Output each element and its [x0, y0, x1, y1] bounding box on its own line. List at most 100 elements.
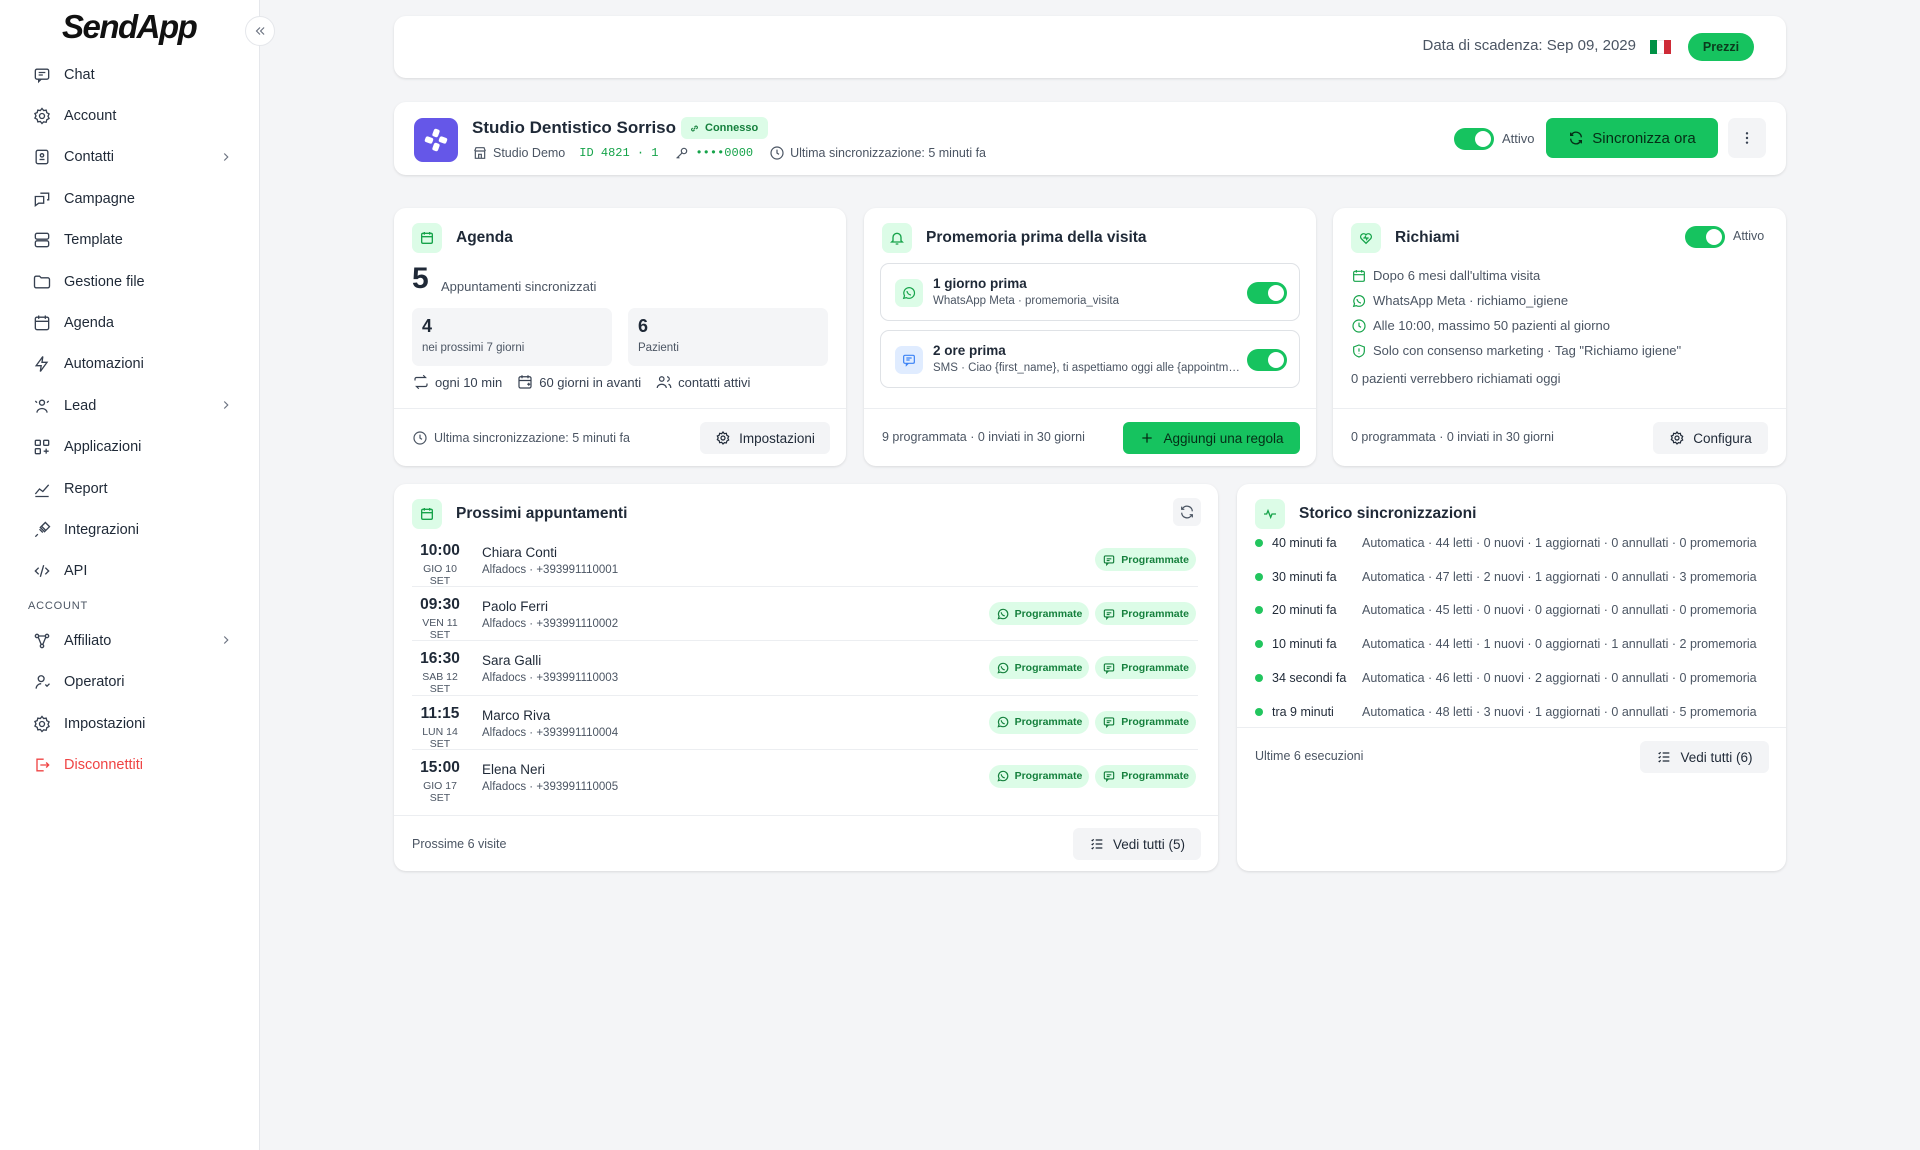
sidebar-item-gestione-file[interactable]: Gestione file — [0, 261, 259, 302]
impostazioni-label: Impostazioni — [739, 430, 815, 446]
sidebar-item-operatori[interactable]: Operatori — [0, 661, 259, 702]
reminders-footer: 9 programmata · 0 inviati in 30 giorni A… — [864, 408, 1316, 466]
refresh-button[interactable] — [1173, 498, 1201, 526]
bell-icon — [882, 223, 912, 253]
sync-history-header: Storico sincronizzazioni — [1255, 499, 1476, 529]
sidebar-item-label: Account — [64, 108, 117, 125]
table-row[interactable]: 11:15 LUN 14 SET Marco Riva Alfadocs · +… — [412, 696, 1198, 750]
appointments-list: 10:00 GIO 10 SET Chiara Conti Alfadocs ·… — [412, 533, 1198, 804]
patient-name: Chiara Conti — [482, 545, 558, 560]
status-badge: Connesso — [681, 117, 769, 139]
gear-icon — [715, 430, 731, 446]
status-dot — [1255, 572, 1263, 581]
status-badge: Programmate — [988, 764, 1090, 788]
active-toggle[interactable] — [1454, 128, 1494, 150]
list-item: WhatsApp Meta · richiamo_igiene — [1351, 288, 1681, 313]
app-logo[interactable]: SendApp — [62, 8, 198, 46]
more-vertical-icon — [1739, 130, 1755, 146]
sms-icon — [1102, 661, 1116, 675]
repeat-icon — [412, 373, 430, 391]
sidebar-item-lead[interactable]: Lead — [0, 385, 259, 426]
integration-logo — [414, 118, 458, 162]
view-all-appointments-button[interactable]: Vedi tutti (5) — [1073, 828, 1201, 860]
collapse-sidebar-button[interactable] — [245, 16, 275, 46]
recalls-note: 0 pazienti verrebbero richiamati oggi — [1351, 371, 1561, 386]
appointment-date: VEN 11 SET — [422, 617, 458, 642]
status-chips: Programmate Programmate — [988, 764, 1196, 788]
sidebar-item-agenda[interactable]: Agenda — [0, 302, 259, 343]
lead-icon — [32, 396, 52, 416]
integration-meta: Studio Demo ID 4821 · 1 ••••0000 Ultima … — [472, 144, 986, 162]
sync-summary: Automatica · 47 letti · 2 nuovi · 1 aggi… — [1362, 569, 1757, 584]
prezzi-button[interactable]: Prezzi — [1688, 33, 1754, 61]
sidebar-item-label: Campagne — [64, 190, 135, 207]
sync-history-footer: Ultime 6 esecuzioni Vedi tutti (6) — [1237, 727, 1786, 785]
synced-count: 5 — [412, 262, 429, 295]
sync-history-footer-text: Ultime 6 esecuzioni — [1255, 749, 1364, 763]
reminder-rule-title: 1 giorno prima — [933, 276, 1027, 291]
table-row[interactable]: 10:00 GIO 10 SET Chiara Conti Alfadocs ·… — [412, 533, 1198, 588]
sidebar-item-contatti[interactable]: Contatti — [0, 137, 259, 178]
sidebar-item-report[interactable]: Report — [0, 468, 259, 509]
sidebar-item-integrazioni[interactable]: Integrazioni — [0, 509, 259, 550]
plug-icon — [32, 520, 52, 540]
agenda-title: Agenda — [456, 229, 513, 246]
sync-summary: Automatica · 46 letti · 0 nuovi · 2 aggi… — [1362, 671, 1757, 686]
reminder-rule[interactable]: 2 ore prima SMS · Ciao {first_name}, ti … — [880, 330, 1300, 388]
sidebar-item-template[interactable]: Template — [0, 220, 259, 261]
chevron-right-icon — [219, 150, 233, 164]
calendar-icon — [412, 499, 442, 529]
sidebar-item-api[interactable]: API — [0, 551, 259, 592]
studio-name: Studio Demo — [493, 146, 566, 160]
patient-name: Elena Neri — [482, 761, 546, 777]
sync-range: 60 giorni in avanti — [539, 374, 642, 390]
sidebar-item-automazioni[interactable]: Automazioni — [0, 344, 259, 385]
chevron-right-icon — [219, 398, 233, 412]
due-date: Data di scadenza: Sep 09, 2029 — [1422, 37, 1637, 54]
recalls-settings: Dopo 6 mesi dall'ultima visita WhatsApp … — [1351, 263, 1681, 363]
patient-contact: Alfadocs · +393991110002 — [482, 618, 619, 631]
sync-history-list: 40 minuti fa Automatica · 44 letti · 0 nu… — [1253, 526, 1773, 729]
sidebar-item-label: Impostazioni — [64, 715, 146, 732]
agenda-meta: ogni 10 min 60 giorni in avanti contatti… — [412, 373, 750, 391]
sidebar-item-account[interactable]: Account — [0, 95, 259, 136]
status-badge: Programmate — [988, 710, 1090, 734]
sidebar-item-affiliato[interactable]: Affiliato — [0, 620, 259, 661]
appointment-time: 15:00 — [420, 758, 460, 776]
status-badge: Programmate — [1095, 764, 1196, 788]
sync-now-button[interactable]: Sincronizza ora — [1546, 118, 1718, 158]
view-all-history-button[interactable]: Vedi tutti (6) — [1640, 741, 1769, 773]
italy-flag-icon[interactable] — [1650, 40, 1671, 54]
impostazioni-button[interactable]: Impostazioni — [700, 422, 830, 454]
reminder-rule-toggle[interactable] — [1247, 349, 1287, 371]
table-row[interactable]: 15:00 GIO 17 SET Elena Neri Alfadocs · +… — [412, 750, 1198, 804]
apps-icon — [32, 437, 52, 457]
stat-next-7-days: 4 nei prossimi 7 giorni — [412, 308, 612, 366]
calendar-icon — [412, 223, 442, 253]
sidebar-item-impostazioni[interactable]: Impostazioni — [0, 703, 259, 744]
sidebar-item-disconnettiti[interactable]: Disconnettiti — [0, 744, 259, 785]
recalls-toggle[interactable] — [1685, 226, 1725, 248]
recalls-footer-text: 0 programmata · 0 inviati in 30 giorni — [1351, 430, 1554, 444]
sms-icon — [1102, 715, 1116, 729]
status-chips: Programmate Programmate — [988, 602, 1196, 626]
table-row[interactable]: 16:30 SAB 12 SET Sara Galli Alfadocs · +… — [412, 641, 1198, 696]
more-options-button[interactable] — [1728, 118, 1766, 158]
whatsapp-icon — [996, 661, 1010, 675]
status-badge: Programmate — [988, 602, 1090, 626]
table-row[interactable]: 09:30 VEN 11 SET Paolo Ferri Alfadocs · … — [412, 587, 1198, 642]
sidebar-item-campagne[interactable]: Campagne — [0, 178, 259, 219]
sync-time: tra 9 minuti — [1272, 704, 1334, 719]
recalls-card: Richiami Attivo Dopo 6 mesi dall'ultima … — [1333, 208, 1786, 466]
reminder-rule-toggle[interactable] — [1247, 282, 1287, 304]
affiliate-icon — [32, 631, 52, 651]
add-rule-button[interactable]: Aggiungi una regola — [1123, 422, 1300, 454]
refresh-icon — [1568, 130, 1584, 146]
reminder-rule[interactable]: 1 giorno prima WhatsApp Meta · promemori… — [880, 263, 1300, 321]
appointments-header: Prossimi appuntamenti — [412, 499, 627, 529]
sidebar-item-applicazioni[interactable]: Applicazioni — [0, 427, 259, 468]
configura-button[interactable]: Configura — [1653, 422, 1768, 454]
status-dot — [1255, 640, 1263, 649]
sidebar-item-chat[interactable]: Chat — [0, 54, 259, 95]
integration-name: Studio Dentistico Sorriso — [472, 118, 677, 137]
